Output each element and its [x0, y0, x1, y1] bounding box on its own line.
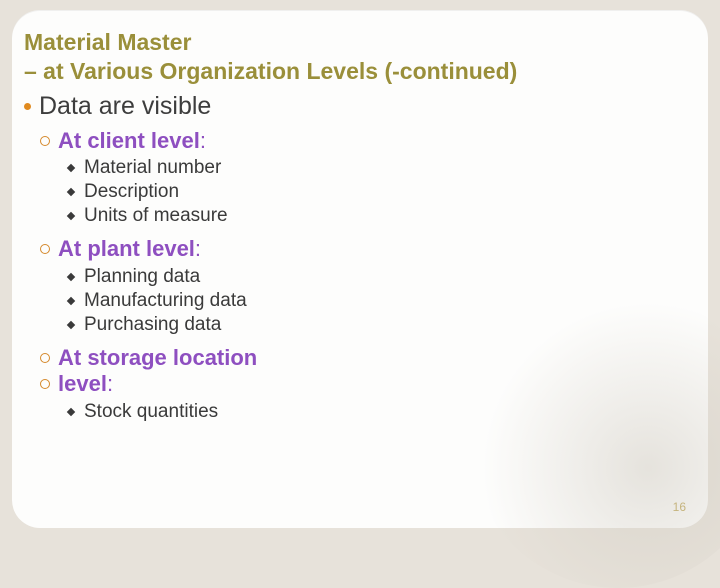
section-items: Stock quantities: [68, 401, 682, 423]
page-number: 16: [673, 500, 686, 514]
section-heading: level:: [58, 370, 113, 399]
top-bullet-text: Data are visible: [39, 92, 211, 121]
section-heading-bold: At client level: [58, 128, 200, 153]
section-heading-bold: level: [58, 371, 107, 396]
section-heading-tail: :: [107, 371, 113, 396]
section-heading-row: At client level:: [40, 127, 682, 156]
item-text: Manufacturing data: [84, 290, 247, 312]
section-heading-row: level:: [40, 370, 682, 399]
list-item: Manufacturing data: [68, 290, 682, 312]
list-item: Description: [68, 181, 682, 203]
top-bullet-row: Data are visible: [24, 92, 682, 121]
item-text: Description: [84, 181, 179, 203]
diamond-bullet-icon: [67, 164, 75, 172]
list-item: Material number: [68, 157, 682, 179]
slide-card: Material Master – at Various Organizatio…: [12, 10, 708, 528]
item-text: Purchasing data: [84, 314, 221, 336]
item-text: Stock quantities: [84, 401, 218, 423]
section-storage: At storage location level: Stock quantit…: [40, 344, 682, 423]
diamond-bullet-icon: [67, 408, 75, 416]
section-client: At client level: Material number Descrip…: [40, 127, 682, 228]
section-heading-tail: :: [195, 236, 201, 261]
item-text: Planning data: [84, 266, 200, 288]
diamond-bullet-icon: [67, 212, 75, 220]
ring-bullet-icon: [40, 244, 50, 254]
list-item: Planning data: [68, 266, 682, 288]
section-heading-row: At plant level:: [40, 235, 682, 264]
slide-title: Material Master – at Various Organizatio…: [24, 28, 682, 86]
diamond-bullet-icon: [67, 296, 75, 304]
ring-bullet-icon: [40, 379, 50, 389]
diamond-bullet-icon: [67, 188, 75, 196]
section-heading: At client level:: [58, 127, 206, 156]
section-heading: At storage location: [58, 344, 257, 373]
item-text: Material number: [84, 157, 221, 179]
diamond-bullet-icon: [67, 320, 75, 328]
diamond-bullet-icon: [67, 272, 75, 280]
list-item: Stock quantities: [68, 401, 682, 423]
bullet-dot-icon: [24, 103, 31, 110]
list-item: Purchasing data: [68, 314, 682, 336]
section-heading-bold: At storage location: [58, 345, 257, 370]
section-items: Material number Description Units of mea…: [68, 157, 682, 227]
list-item: Units of measure: [68, 205, 682, 227]
section-heading-row: At storage location: [40, 344, 682, 373]
section-heading-tail: :: [200, 128, 206, 153]
ring-bullet-icon: [40, 353, 50, 363]
section-heading-bold: At plant level: [58, 236, 195, 261]
section-heading: At plant level:: [58, 235, 201, 264]
title-line-1: Material Master: [24, 29, 191, 55]
section-plant: At plant level: Planning data Manufactur…: [40, 235, 682, 336]
section-items: Planning data Manufacturing data Purchas…: [68, 266, 682, 336]
title-line-2: – at Various Organization Levels (-conti…: [24, 58, 517, 84]
item-text: Units of measure: [84, 205, 228, 227]
ring-bullet-icon: [40, 136, 50, 146]
